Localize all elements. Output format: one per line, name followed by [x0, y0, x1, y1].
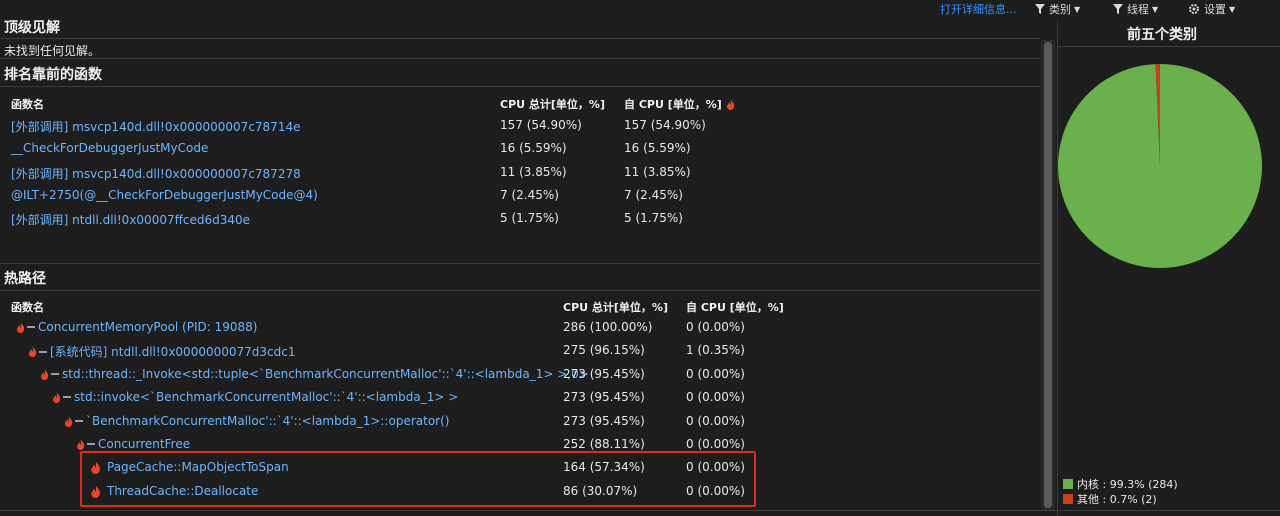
self-cpu-value: 1 (0.35%): [686, 343, 745, 357]
bottom-border: [0, 510, 1280, 511]
hot-path-row[interactable]: std::invoke<`BenchmarkConcurrentMalloc':…: [52, 390, 458, 404]
settings-button[interactable]: 设置 ▼: [1188, 1, 1235, 17]
thread-filter-label: 线程: [1127, 3, 1149, 16]
column-header-function[interactable]: 函数名: [11, 96, 44, 112]
hot-path-function-name: std::invoke<`BenchmarkConcurrentMalloc':…: [74, 390, 459, 404]
hot-path-row[interactable]: std::thread::_Invoke<std::tuple<`Benchma…: [40, 367, 589, 381]
tree-connector: [87, 443, 95, 445]
filter-icon: [1113, 4, 1123, 14]
self-cpu-value: 0 (0.00%): [686, 414, 745, 428]
hot-path-function-name: `BenchmarkConcurrentMalloc'::`4'::<lambd…: [86, 414, 450, 428]
total-cpu-value: 286 (100.00%): [563, 320, 653, 334]
tree-connector: [75, 420, 83, 422]
chevron-down-icon: ▼: [1152, 4, 1159, 14]
flame-icon: [65, 415, 73, 427]
insights-message: 未找到任何见解。: [4, 44, 101, 58]
self-cpu-value: 0 (0.00%): [686, 367, 745, 381]
summary-panel: 顶级见解 未找到任何见解。 排名靠前的函数 函数名 CPU 总计[单位，%] 自…: [0, 14, 1040, 516]
flame-icon: [41, 368, 49, 380]
column-header-function[interactable]: 函数名: [11, 299, 44, 315]
thread-filter-button[interactable]: 线程 ▼: [1113, 1, 1158, 17]
column-header-total-cpu[interactable]: CPU 总计[单位，%]: [563, 299, 668, 315]
hot-path-row[interactable]: [系统代码] ntdll.dll!0x0000000077d3cdc1: [28, 343, 295, 360]
chevron-down-icon: ▼: [1074, 4, 1081, 14]
top-function-link[interactable]: [外部调用] ntdll.dll!0x00007ffced6d340e: [11, 211, 250, 228]
hot-path-function-name: std::thread::_Invoke<std::tuple<`Benchma…: [62, 367, 589, 381]
total-cpu-value: 252 (88.11%): [563, 437, 645, 451]
column-header-total-cpu[interactable]: CPU 总计[单位，%]: [500, 96, 605, 112]
top-categories-panel: 前五个类别 内核 : 99.3% (284) 其他 : 0.7% (2): [1057, 20, 1280, 516]
highlight-box: [80, 451, 756, 507]
column-header-self-cpu[interactable]: 自 CPU [单位，%]: [686, 299, 784, 315]
category-filter-label: 类别: [1049, 3, 1071, 16]
total-cpu-value: 11 (3.85%): [500, 165, 567, 179]
categories-pie-chart: [1058, 64, 1262, 268]
hot-path-row[interactable]: ConcurrentMemoryPool (PID: 19088): [16, 320, 257, 334]
flame-icon: [17, 321, 25, 333]
flame-icon: [726, 98, 735, 110]
vertical-scrollbar[interactable]: [1041, 40, 1055, 510]
self-cpu-value: 0 (0.00%): [686, 320, 745, 334]
self-cpu-value: 0 (0.00%): [686, 390, 745, 404]
legend-swatch: [1063, 494, 1073, 504]
self-cpu-value: 16 (5.59%): [624, 141, 691, 155]
gear-icon: [1189, 4, 1199, 14]
tree-connector: [39, 350, 47, 353]
chevron-down-icon: ▼: [1229, 4, 1236, 14]
divider: [0, 58, 1040, 59]
total-cpu-value: 7 (2.45%): [500, 188, 559, 202]
top-insights-title: 顶级见解: [4, 20, 60, 36]
pie-slice-kernel[interactable]: [1058, 64, 1262, 268]
legend-swatch: [1063, 479, 1073, 489]
legend-label: 其他 : 0.7% (2): [1077, 493, 1157, 506]
total-cpu-value: 16 (5.59%): [500, 141, 567, 155]
tree-connector: [27, 326, 35, 328]
filter-icon: [1035, 4, 1045, 14]
total-cpu-value: 275 (96.15%): [563, 343, 645, 357]
hot-path-function-name: ConcurrentMemoryPool (PID: 19088): [38, 320, 258, 334]
tree-connector: [63, 396, 71, 398]
legend-item-other: 其他 : 0.7% (2): [1063, 491, 1157, 507]
top-function-link[interactable]: [外部调用] msvcp140d.dll!0x000000007c78714e: [11, 118, 300, 135]
self-cpu-value: 7 (2.45%): [624, 188, 683, 202]
total-cpu-value: 273 (95.45%): [563, 390, 645, 404]
divider: [0, 38, 1040, 39]
total-cpu-value: 273 (95.45%): [563, 367, 645, 381]
self-cpu-value: 0 (0.00%): [686, 437, 745, 451]
total-cpu-value: 157 (54.90%): [500, 118, 582, 132]
flame-icon: [53, 391, 61, 403]
divider: [0, 86, 1040, 87]
top-function-link[interactable]: [外部调用] msvcp140d.dll!0x000000007c787278: [11, 165, 301, 182]
category-filter-button[interactable]: 类别 ▼: [1035, 1, 1080, 17]
top-function-link[interactable]: @ILT+2750(@__CheckForDebuggerJustMyCode@…: [11, 188, 318, 202]
flame-icon: [29, 346, 37, 357]
top-categories-title: 前五个类别: [1127, 27, 1197, 43]
column-header-self-cpu[interactable]: 自 CPU [单位，%]: [624, 96, 737, 112]
top-functions-title: 排名靠前的函数: [4, 67, 102, 83]
column-header-self-cpu-label: 自 CPU [单位，%]: [624, 98, 722, 111]
hot-path-title: 热路径: [4, 271, 46, 287]
scrollbar-thumb[interactable]: [1044, 42, 1052, 508]
settings-label: 设置: [1204, 3, 1226, 16]
top-function-link[interactable]: __CheckForDebuggerJustMyCode: [11, 141, 208, 155]
hot-path-function-name: [系统代码] ntdll.dll!0x0000000077d3cdc1: [50, 345, 296, 359]
hot-path-row[interactable]: ConcurrentFree: [76, 437, 190, 451]
total-cpu-value: 5 (1.75%): [500, 211, 559, 225]
legend-label: 内核 : 99.3% (284): [1077, 478, 1178, 491]
total-cpu-value: 273 (95.45%): [563, 414, 645, 428]
legend-item-kernel: 内核 : 99.3% (284): [1063, 476, 1178, 492]
flame-icon: [77, 438, 85, 450]
divider: [0, 263, 1040, 264]
tree-connector: [51, 373, 59, 375]
divider: [0, 290, 1040, 291]
self-cpu-value: 5 (1.75%): [624, 211, 683, 225]
self-cpu-value: 157 (54.90%): [624, 118, 706, 132]
hot-path-row[interactable]: `BenchmarkConcurrentMalloc'::`4'::<lambd…: [64, 414, 449, 428]
self-cpu-value: 11 (3.85%): [624, 165, 691, 179]
hot-path-function-name: ConcurrentFree: [98, 437, 191, 451]
